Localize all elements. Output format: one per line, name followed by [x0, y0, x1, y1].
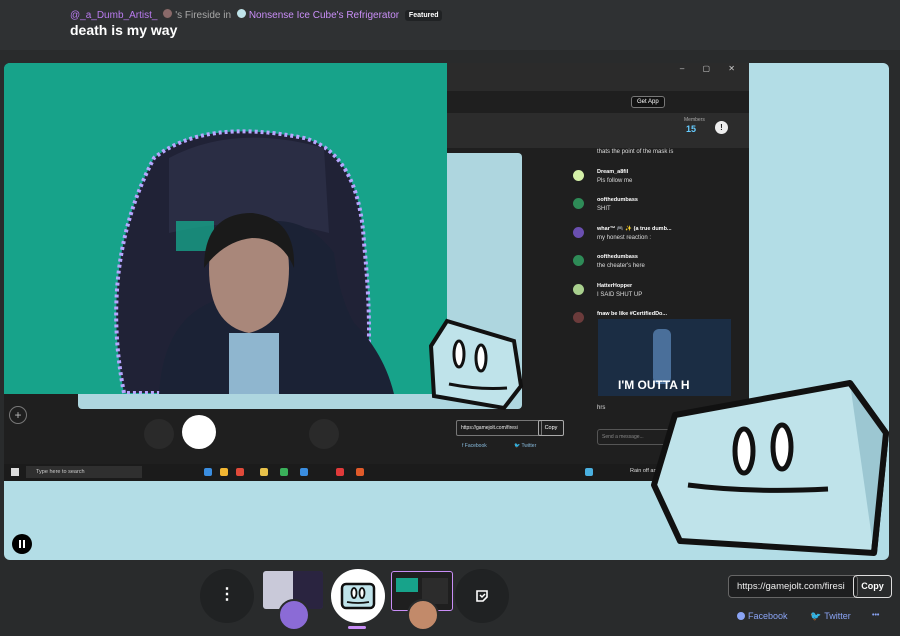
avatar	[573, 198, 584, 209]
host-username-link[interactable]: @_a_Dumb_Artist_	[70, 10, 157, 21]
avatar	[407, 599, 439, 631]
inner-facebook-link: f Facebook	[462, 443, 487, 449]
inner-twitter-link: 🐦 Twitter	[514, 443, 537, 449]
host-avatar-icon	[162, 8, 174, 19]
taskbar-search: Type here to search	[26, 466, 142, 478]
streamer-sticker-icon	[476, 590, 488, 602]
twitter-share-link[interactable]: 🐦 Twitter	[810, 611, 851, 622]
window-controls: – ▢ ✕	[679, 64, 743, 73]
taskbar-app-icon	[356, 468, 364, 476]
share-url-field[interactable]: https://gamejolt.com/firesi	[728, 575, 858, 598]
breadcrumb: @_a_Dumb_Artist_ 's Fireside in Nonsense…	[70, 8, 443, 21]
featured-badge: Featured	[404, 10, 443, 21]
inner-more-button	[144, 419, 174, 449]
avatar	[573, 284, 584, 295]
windows-taskbar: Type here to search Rain off and	[4, 464, 749, 481]
inner-sidebar-add-icon: +	[9, 406, 27, 424]
stream-video[interactable]: – ▢ ✕ Get App Members 15 ! thats the poi…	[4, 63, 889, 560]
avatar	[573, 255, 584, 266]
more-vertical-icon: ⋮	[219, 586, 235, 603]
cube-mascot-icon	[429, 318, 524, 411]
inner-copy-button: Copy	[538, 420, 564, 436]
twitter-icon: 🐦	[810, 611, 822, 621]
taskbar-app-icon	[260, 468, 268, 476]
avatar	[573, 227, 584, 238]
avatar	[573, 170, 584, 181]
taskbar-app-icon	[300, 468, 308, 476]
fireside-header: @_a_Dumb_Artist_ 's Fireside in Nonsense…	[0, 0, 900, 50]
taskbar-app-icon	[585, 468, 593, 476]
get-app-button: Get App	[631, 96, 665, 108]
browser-tabbar: – ▢ ✕	[447, 63, 749, 91]
fireside-title: death is my way	[70, 22, 178, 38]
webcam-person-illustration	[4, 63, 447, 394]
taskbar-app-icon	[220, 468, 228, 476]
copy-button[interactable]: Copy	[853, 575, 892, 598]
inner-cube-button	[182, 415, 216, 449]
windows-start-icon	[11, 468, 19, 476]
selected-indicator	[348, 626, 366, 629]
inner-sticker-button	[309, 419, 339, 449]
facebook-icon	[737, 612, 745, 620]
taskbar-app-icon	[280, 468, 288, 476]
inner-share-url: https://gamejolt.com/firesi	[456, 420, 542, 436]
taskbar-app-icon	[204, 468, 212, 476]
pause-icon[interactable]	[12, 534, 32, 554]
taskbar-app-icon	[236, 468, 244, 476]
stream-info-icon: !	[715, 121, 728, 134]
group-avatar-icon	[235, 8, 247, 19]
members-count: 15	[686, 124, 697, 134]
fireside-text: 's Fireside in	[175, 10, 232, 21]
avatar	[278, 599, 310, 631]
facebook-share-link[interactable]: Facebook	[737, 611, 788, 621]
avatar	[573, 312, 584, 323]
taskbar-app-icon	[336, 468, 344, 476]
cube-mascot-icon	[651, 380, 889, 556]
cube-mascot-icon	[340, 582, 376, 610]
members-label: Members	[684, 117, 705, 123]
webcam-feed	[4, 63, 447, 394]
group-name-link[interactable]: Nonsense Ice Cube's Refrigerator	[249, 10, 399, 21]
more-share-button[interactable]: •••	[872, 612, 879, 619]
